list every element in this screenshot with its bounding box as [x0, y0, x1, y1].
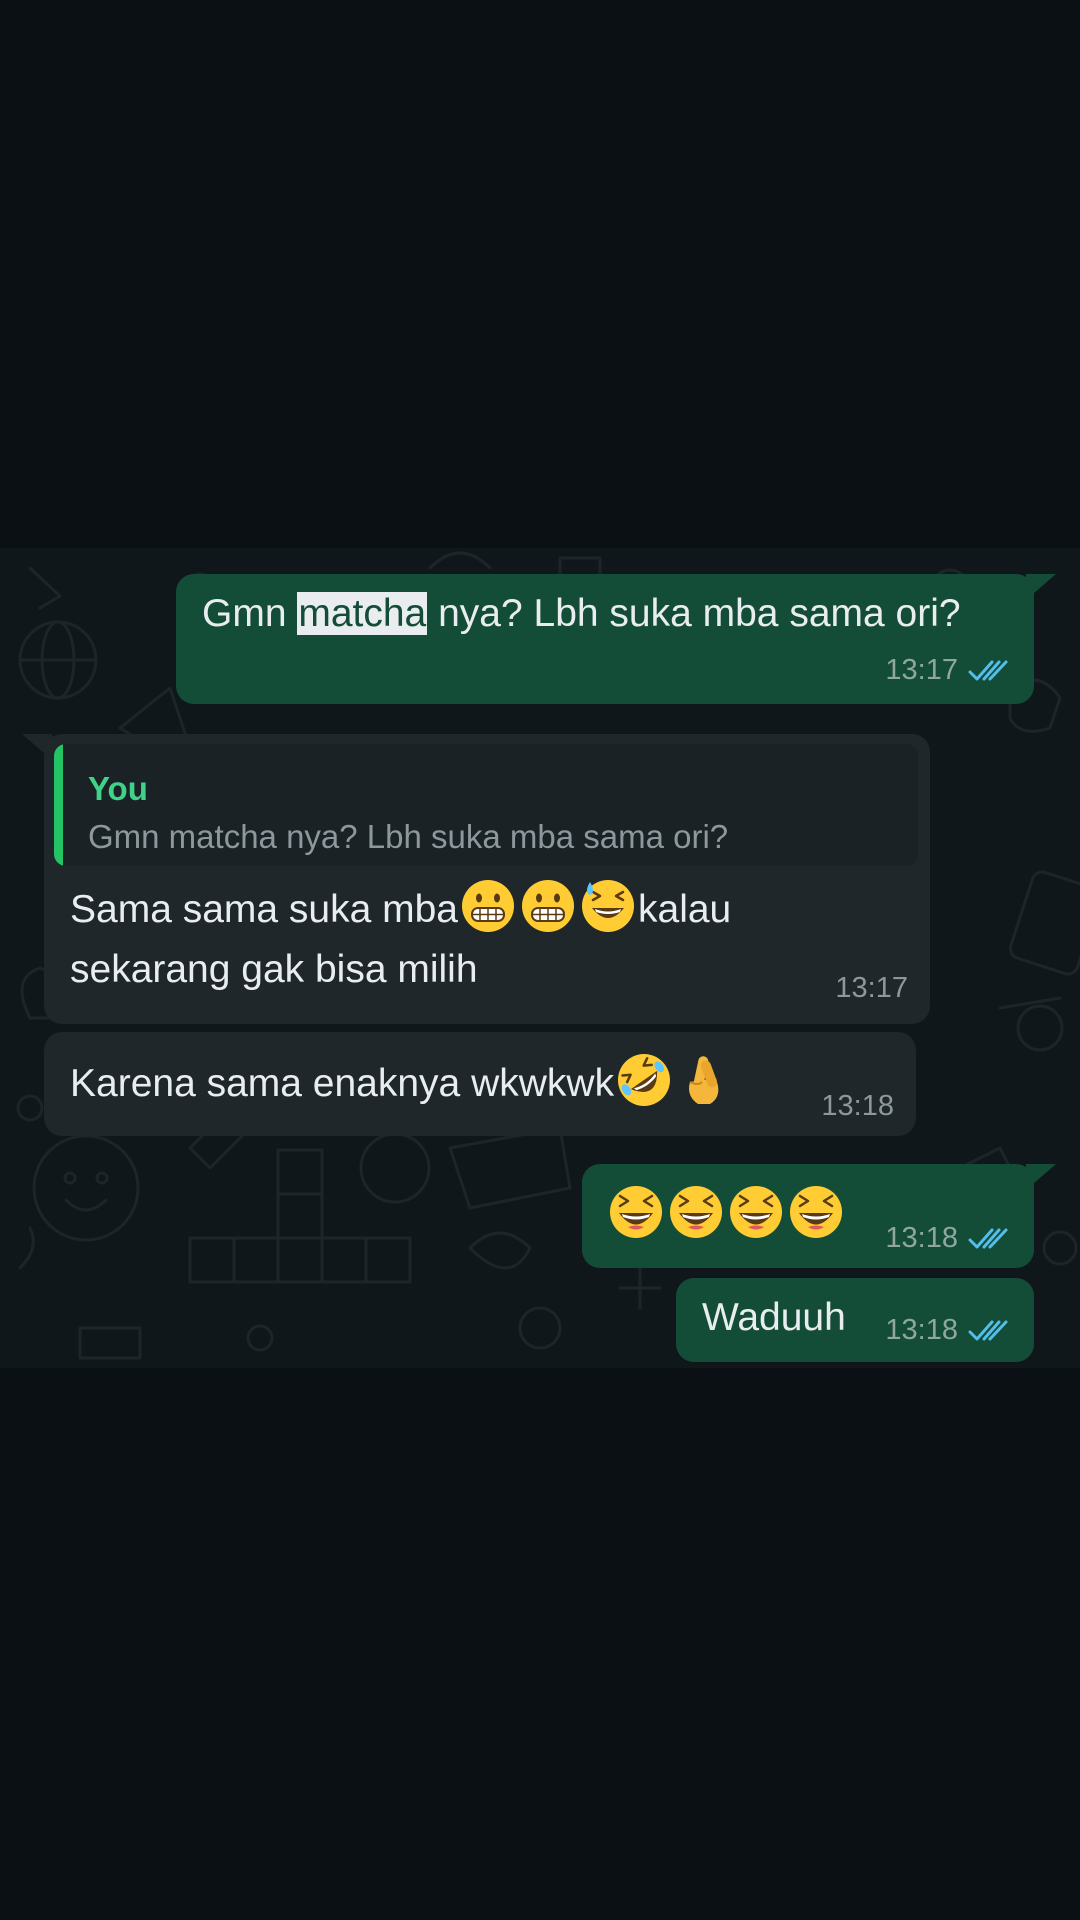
- message-text: Gmn matcha nya? Lbh suka mba sama ori?: [202, 584, 961, 644]
- double-check-read-icon: [968, 1226, 1012, 1252]
- quote-text: Gmn matcha nya? Lbh suka mba sama ori?: [88, 818, 729, 855]
- grinning-squinting-face-icon: [728, 1184, 784, 1240]
- message-time: 13:18: [885, 1222, 958, 1254]
- double-check-read-icon: [968, 658, 1012, 684]
- grinning-squinting-face-icon: [668, 1184, 724, 1240]
- grinning-squinting-face-icon: [788, 1184, 844, 1240]
- message-text-start: Gmn: [202, 592, 298, 635]
- screenshot-frame: Gmn matcha nya? Lbh suka mba sama ori? 1…: [0, 0, 1080, 1920]
- grinning-face-with-sweat-icon: [580, 878, 636, 934]
- message-meta: 13:18: [885, 1222, 1012, 1255]
- grinning-squinting-face-icon: [608, 1184, 664, 1240]
- message-text-content: Karena sama enaknya wkwkwk: [70, 1062, 615, 1105]
- message-meta: 13:18: [885, 1314, 1012, 1347]
- message-text: Sama sama suka mba kalau sekarang gak bis…: [70, 878, 731, 1000]
- emoji-row: [606, 1184, 846, 1246]
- quoted-reply[interactable]: You Gmn matcha nya? Lbh suka mba sama or…: [54, 744, 918, 866]
- message-text-content: Waduuh: [702, 1296, 846, 1339]
- rolling-on-the-floor-laughing-icon: [616, 1052, 672, 1108]
- message-time: 13:17: [835, 972, 908, 1004]
- message-text: Waduuh: [702, 1288, 846, 1348]
- quote-author: You: [88, 770, 148, 807]
- message-time: 13:18: [885, 1314, 958, 1346]
- outgoing-message[interactable]: 13:18: [582, 1164, 1056, 1268]
- crossed-fingers-icon: [676, 1052, 732, 1108]
- incoming-message[interactable]: Karena sama enaknya wkwkwk 13:18: [44, 1032, 916, 1136]
- message-meta: 13:17: [885, 654, 1012, 687]
- outgoing-message[interactable]: Waduuh 13:18: [676, 1278, 1034, 1362]
- grimacing-face-icon: [460, 878, 516, 934]
- message-text-line2: sekarang gak bisa milih: [70, 948, 478, 991]
- message-text-line1-start: Sama sama suka mba: [70, 888, 459, 931]
- double-check-read-icon: [968, 1318, 1012, 1344]
- quote-accent-bar: [54, 744, 63, 866]
- selected-word-highlight[interactable]: matcha: [297, 592, 428, 635]
- message-meta: 13:18: [821, 1090, 894, 1123]
- message-text-end: nya? Lbh suka mba sama ori?: [427, 592, 961, 635]
- incoming-message[interactable]: You Gmn matcha nya? Lbh suka mba sama or…: [22, 734, 930, 1024]
- message-meta: 13:17: [835, 972, 908, 1005]
- message-text: Karena sama enaknya wkwkwk: [70, 1052, 734, 1114]
- grimacing-face-icon: [520, 878, 576, 934]
- chat-area[interactable]: Gmn matcha nya? Lbh suka mba sama ori? 1…: [0, 548, 1080, 1368]
- message-time: 13:17: [885, 654, 958, 686]
- outgoing-message[interactable]: Gmn matcha nya? Lbh suka mba sama ori? 1…: [176, 574, 1056, 704]
- message-text-line1-end: kalau: [638, 888, 732, 931]
- message-time: 13:18: [821, 1090, 894, 1122]
